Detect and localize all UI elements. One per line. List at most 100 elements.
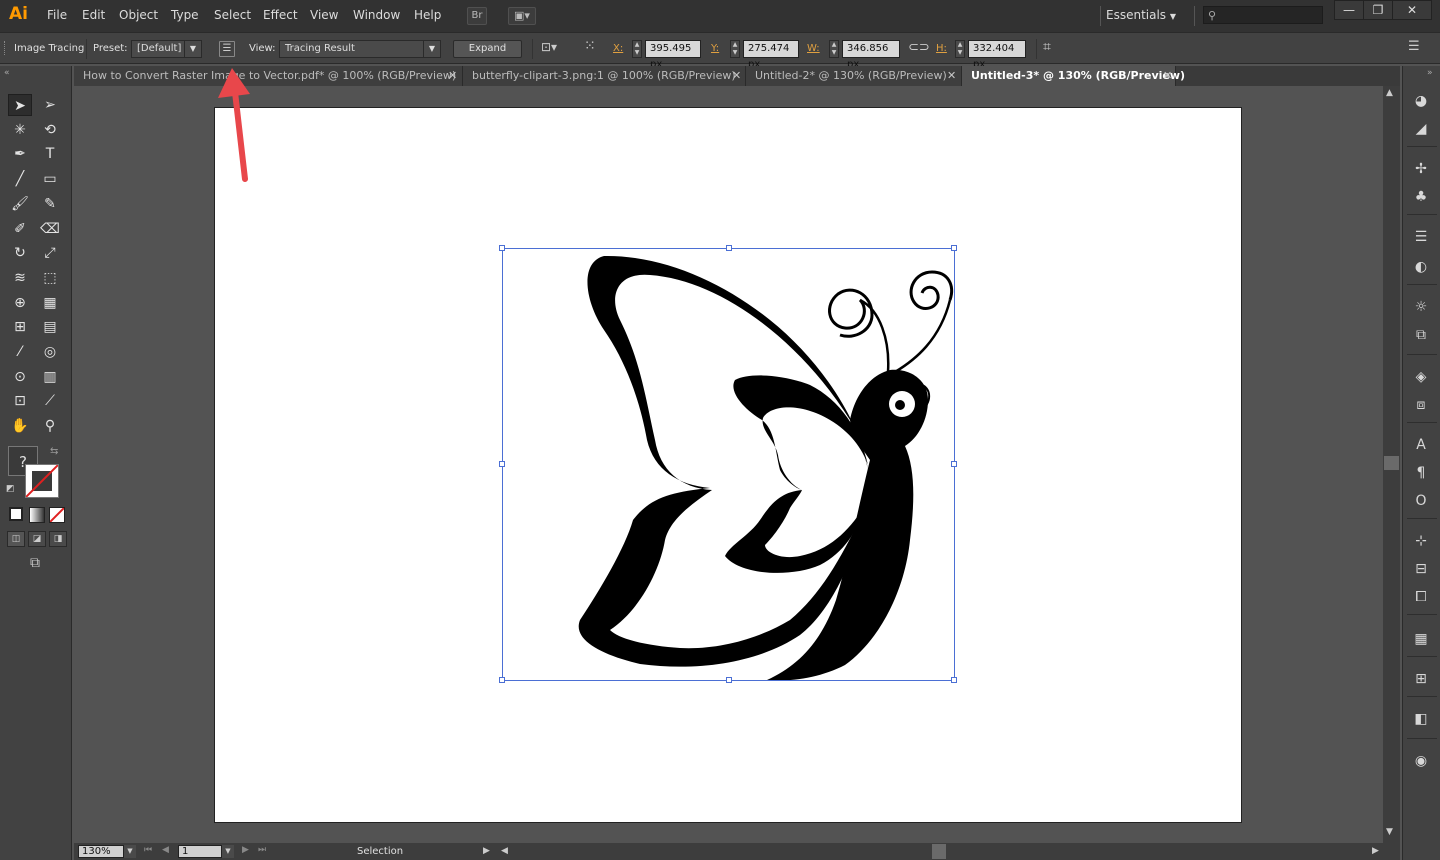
zoom-dropdown-icon[interactable]: ▼ (124, 845, 136, 858)
image-trace-panel-icon[interactable]: ◉ (1409, 750, 1433, 772)
scroll-up-icon[interactable]: ▲ (1386, 88, 1393, 98)
stroke-panel-icon[interactable]: ☰ (1409, 226, 1433, 248)
stroke-swatch[interactable] (25, 464, 59, 498)
gradient-mode-button[interactable] (29, 507, 45, 523)
restore-button[interactable]: ❐ (1363, 0, 1393, 20)
pencil-tool[interactable]: ✎ (38, 193, 62, 215)
opentype-panel-icon[interactable]: O (1409, 490, 1433, 512)
graphic-styles-icon[interactable]: ⧉ (1409, 324, 1433, 346)
resize-handle-w[interactable] (499, 461, 505, 467)
paintbrush-tool[interactable]: 🖌 (8, 193, 32, 215)
transparency-panel-icon[interactable]: ◧ (1409, 708, 1433, 730)
transform-reference-icon[interactable]: ⊡▾ (541, 40, 567, 58)
lasso-tool[interactable]: ⟲ (38, 119, 62, 141)
rectangle-tool[interactable]: ▭ (38, 168, 62, 190)
color-mode-button[interactable] (9, 507, 23, 521)
resize-handle-sw[interactable] (499, 677, 505, 683)
w-field[interactable]: 346.856 px (842, 40, 900, 70)
resize-handle-n[interactable] (726, 245, 732, 251)
resize-handle-s[interactable] (726, 677, 732, 683)
w-stepper[interactable]: ▲ ▼ (829, 40, 839, 58)
character-panel-icon[interactable]: A (1409, 434, 1433, 456)
collapse-icon[interactable]: « (4, 68, 10, 78)
resize-handle-e[interactable] (951, 461, 957, 467)
perspective-grid-tool[interactable]: ▦ (38, 292, 62, 314)
blob-brush-tool[interactable]: ✐ (8, 218, 32, 240)
symbol-sprayer-tool[interactable]: ⊙ (8, 366, 32, 388)
menu-window[interactable]: Window (353, 8, 400, 22)
y-field[interactable]: 275.474 px (743, 40, 799, 70)
workspace-switcher[interactable]: Essentials ▼ (1106, 8, 1176, 22)
expand-button[interactable]: Expand (453, 40, 522, 58)
x-stepper[interactable]: ▲ ▼ (632, 40, 642, 58)
warp-tool[interactable]: ≋ (8, 267, 32, 289)
pathfinder-panel-icon[interactable]: ⧠ (1409, 586, 1433, 608)
scroll-right-icon[interactable]: ▶ (1372, 846, 1379, 856)
menu-file[interactable]: File (47, 8, 67, 22)
menu-object[interactable]: Object (119, 8, 158, 22)
tab-document-untitled-2[interactable]: Untitled-2* @ 130% (RGB/Preview) ✕ (746, 66, 962, 86)
color-panel-icon[interactable]: ◕ (1409, 90, 1433, 112)
zoom-field[interactable]: 130% (78, 845, 124, 858)
menu-effect[interactable]: Effect (263, 8, 298, 22)
vertical-scroll-thumb[interactable] (1384, 456, 1399, 470)
draw-behind-icon[interactable]: ◪ (28, 531, 46, 547)
menu-edit[interactable]: Edit (82, 8, 105, 22)
zoom-tool[interactable]: ⚲ (38, 415, 62, 437)
resize-handle-se[interactable] (951, 677, 957, 683)
eyedropper-tool[interactable]: ⁄ (8, 341, 32, 363)
minimize-button[interactable]: — (1334, 0, 1364, 20)
image-trace-panel-button[interactable]: ☰ (219, 41, 235, 57)
transform-panel-icon[interactable]: ⊹ (1409, 530, 1433, 552)
line-tool[interactable]: ╱ (8, 168, 32, 190)
default-colors-icon[interactable]: ◩ (6, 484, 15, 494)
resize-handle-ne[interactable] (951, 245, 957, 251)
artboards-panel-icon[interactable]: ⧈ (1409, 394, 1433, 416)
first-artboard-icon[interactable]: ⏮ (144, 845, 152, 855)
brushes-panel-icon[interactable]: ✢ (1409, 158, 1433, 180)
scroll-down-icon[interactable]: ▼ (1386, 827, 1393, 837)
paragraph-panel-icon[interactable]: ¶ (1409, 462, 1433, 484)
draw-inside-icon[interactable]: ◨ (49, 531, 67, 547)
gradient-tool[interactable]: ▤ (38, 316, 62, 338)
next-artboard-icon[interactable]: ▶ (242, 845, 249, 855)
blend-tool[interactable]: ◎ (38, 341, 62, 363)
arrange-documents-icon[interactable]: ▣▾ (508, 7, 536, 25)
x-field[interactable]: 395.495 px (645, 40, 701, 70)
scroll-left-icon[interactable]: ◀ (501, 846, 508, 856)
close-icon[interactable]: ✕ (448, 66, 457, 86)
view-dropdown[interactable]: Tracing Result ▼ (279, 40, 441, 58)
resize-handle-nw[interactable] (499, 245, 505, 251)
close-button[interactable]: ✕ (1392, 0, 1432, 20)
slice-tool[interactable]: ⟋ (38, 390, 62, 412)
close-icon[interactable]: ✕ (947, 66, 956, 86)
last-artboard-icon[interactable]: ⏭ (258, 845, 266, 855)
swatches-panel-icon[interactable]: ▦ (1409, 628, 1433, 650)
h-stepper[interactable]: ▲ ▼ (955, 40, 965, 58)
links-panel-icon[interactable]: ⊞ (1409, 668, 1433, 690)
mesh-tool[interactable]: ⊞ (8, 316, 32, 338)
selection-tool[interactable]: ➤ (8, 94, 32, 116)
h-field[interactable]: 332.404 px (968, 40, 1026, 70)
magic-wand-tool[interactable]: ✳ (8, 119, 32, 141)
shape-builder-tool[interactable]: ⊕ (8, 292, 32, 314)
align-panel-icon[interactable]: ⊟ (1409, 558, 1433, 580)
constrain-proportions-icon[interactable]: ⊂⊃ (908, 40, 930, 58)
menu-help[interactable]: Help (414, 8, 441, 22)
menu-select[interactable]: Select (214, 8, 251, 22)
color-guide-icon[interactable]: ◢ (1409, 118, 1433, 140)
symbols-panel-icon[interactable]: ♣ (1409, 186, 1433, 208)
help-search-input[interactable]: ⚲ (1203, 6, 1323, 24)
screen-mode-icon[interactable]: ⧉ (23, 555, 47, 573)
none-mode-button[interactable] (49, 507, 65, 523)
status-menu-icon[interactable]: ▶ (483, 846, 490, 856)
close-icon[interactable]: ✕ (1163, 66, 1172, 86)
menu-view[interactable]: View (310, 8, 338, 22)
rotate-tool[interactable]: ↻ (8, 242, 32, 264)
isolate-selected-icon[interactable]: ⌗ (1043, 39, 1063, 59)
type-tool[interactable]: T (38, 143, 62, 165)
panel-menu-icon[interactable]: ☰ (1408, 39, 1428, 59)
tab-document-untitled-3[interactable]: Untitled-3* @ 130% (RGB/Preview) ✕ (962, 66, 1185, 86)
pen-tool[interactable]: ✒ (8, 143, 32, 165)
close-icon[interactable]: ✕ (732, 66, 741, 86)
